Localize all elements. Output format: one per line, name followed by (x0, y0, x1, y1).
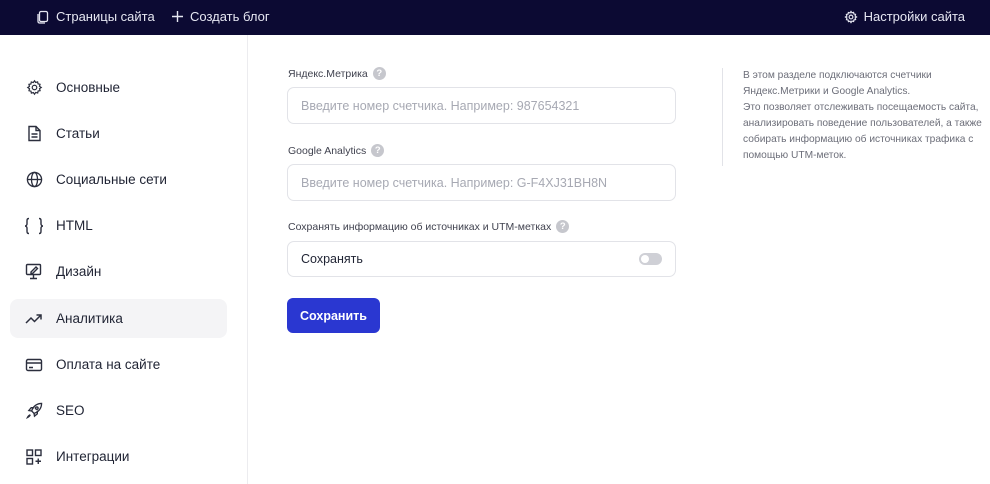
rocket-icon (21, 402, 47, 419)
info-line: анализировать поведение пользователей, а… (743, 118, 982, 129)
site-settings-link[interactable]: Настройки сайта (844, 0, 965, 33)
sidebar-item-label: Интеграции (56, 449, 130, 464)
sidebar-item-seo[interactable]: SEO (10, 391, 227, 430)
utm-toggle-label: Сохранять (301, 252, 363, 266)
globe-icon (21, 171, 47, 188)
sidebar-item-design[interactable]: Дизайн (10, 252, 227, 291)
yandex-metrika-label-text: Яндекс.Метрика (288, 67, 368, 80)
google-analytics-label-text: Google Analytics (288, 144, 367, 157)
sidebar-item-label: HTML (56, 218, 93, 233)
google-analytics-input[interactable] (287, 164, 676, 201)
sidebar-item-articles[interactable]: Статьи (10, 114, 227, 153)
trend-up-icon (21, 313, 47, 325)
toggle-knob (641, 255, 649, 263)
help-icon[interactable]: ? (371, 144, 385, 157)
gear-icon (844, 9, 858, 24)
gear-icon (21, 79, 47, 96)
sidebar-item-integrations[interactable]: Интеграции (10, 437, 227, 476)
sidebar-item-label: Статьи (56, 126, 100, 141)
yandex-metrika-input[interactable] (287, 87, 676, 124)
sidebar-item-payment[interactable]: Оплата на сайте (10, 345, 227, 384)
site-pages-link[interactable]: Страницы сайта (36, 0, 155, 33)
sidebar-item-label: SEO (56, 403, 85, 418)
integrations-icon (21, 448, 47, 465)
save-button[interactable]: Сохранить (287, 298, 380, 333)
sidebar-item-label: Основные (56, 80, 121, 95)
info-line: помощью UTM-меток. (743, 150, 847, 161)
sidebar-item-html[interactable]: HTML (10, 206, 227, 245)
sidebar-item-label: Оплата на сайте (56, 357, 161, 372)
site-pages-label: Страницы сайта (56, 9, 155, 24)
pages-icon (37, 10, 49, 24)
utm-toggle-row[interactable]: Сохранять (287, 241, 676, 277)
settings-sidebar: Основные Статьи Социальные сети HTML Диз… (0, 35, 248, 484)
utm-toggle-switch[interactable] (639, 253, 662, 265)
sidebar-item-label: Аналитика (56, 311, 123, 326)
google-analytics-label: Google Analytics ? (288, 144, 385, 157)
sidebar-item-label: Дизайн (56, 264, 102, 279)
help-icon[interactable]: ? (372, 67, 386, 80)
yandex-metrika-label: Яндекс.Метрика ? (288, 67, 386, 80)
create-blog-label: Создать блог (190, 9, 270, 24)
info-panel: В этом разделе подключаются счетчики Янд… (722, 68, 990, 166)
plus-icon (172, 11, 183, 22)
credit-card-icon (21, 358, 47, 372)
info-line: В этом разделе подключаются счетчики (743, 70, 932, 81)
info-line: собирать информацию об источниках трафик… (743, 134, 974, 145)
braces-icon (21, 217, 47, 235)
sidebar-item-general[interactable]: Основные (10, 68, 227, 107)
document-icon (21, 125, 47, 142)
info-line: Яндекс.Метрики и Google Analytics. (743, 86, 911, 97)
create-blog-link[interactable]: Создать блог (171, 0, 270, 33)
sidebar-item-label: Социальные сети (56, 172, 167, 187)
help-icon[interactable]: ? (556, 220, 570, 233)
utm-label: Сохранять информацию об источниках и UTM… (288, 220, 570, 233)
utm-label-text: Сохранять информацию об источниках и UTM… (288, 220, 552, 233)
info-line: Это позволяет отслеживать посещаемость с… (743, 102, 979, 113)
sidebar-item-social[interactable]: Социальные сети (10, 160, 227, 199)
design-icon (21, 263, 47, 280)
sidebar-item-analytics[interactable]: Аналитика (10, 299, 227, 338)
site-settings-label: Настройки сайта (863, 9, 965, 24)
top-bar: Страницы сайта Создать блог Настройки са… (0, 0, 990, 35)
